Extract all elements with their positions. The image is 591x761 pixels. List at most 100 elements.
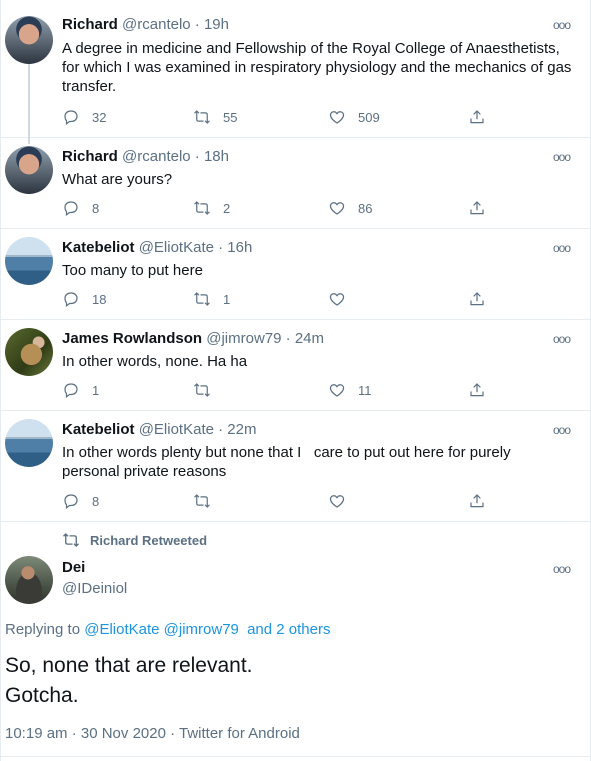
tweet-actions: 8 (62, 491, 492, 511)
tweet[interactable]: Richard @rcantelo · 18h ooo What are you… (1, 138, 590, 229)
more-icon[interactable]: ooo (553, 423, 571, 437)
author-handle[interactable]: @rcantelo (122, 148, 191, 165)
more-icon[interactable]: ooo (553, 150, 571, 164)
more-icon[interactable]: ooo (553, 332, 571, 346)
tweet-header: Katebeliot @EliotKate · 22m (62, 421, 256, 438)
author-name[interactable]: Richard (62, 148, 118, 165)
like-count: 11 (358, 382, 372, 398)
retweet-icon (194, 110, 210, 124)
tweet[interactable]: Richard @rcantelo · 19h ooo A degree in … (1, 0, 590, 144)
share-icon (470, 201, 484, 215)
reply-icon (64, 110, 78, 125)
reply-count: 18 (92, 291, 107, 307)
conversation-thread: Richard @rcantelo · 19h ooo A degree in … (0, 0, 591, 761)
tweet-actions: 1 11 (62, 380, 492, 400)
heart-icon (329, 384, 345, 397)
tweet[interactable]: Katebeliot @EliotKate · 16h ooo Too many… (1, 229, 590, 320)
tweet-time[interactable]: 19h (204, 16, 229, 33)
mention-link[interactable]: @EliotKate (84, 621, 159, 638)
tweet-time[interactable]: 18h (204, 148, 229, 165)
reply-button[interactable]: 8 (62, 491, 99, 511)
share-button[interactable] (468, 107, 486, 127)
like-button[interactable] (328, 491, 358, 511)
retweet-button[interactable] (193, 491, 223, 511)
share-button[interactable] (468, 380, 486, 400)
share-icon (470, 383, 484, 397)
tweet-text-line: Gotcha. (5, 684, 79, 707)
reply-button[interactable]: 1 (62, 380, 99, 400)
author-name[interactable]: Dei (62, 559, 85, 576)
like-button[interactable]: 509 (328, 107, 380, 127)
author-name[interactable]: James Rowlandson (62, 330, 202, 347)
tweet-time[interactable]: 24m (295, 330, 324, 347)
reply-icon (64, 494, 78, 509)
author-handle[interactable]: @rcantelo (122, 16, 191, 33)
retweet-button[interactable] (193, 380, 223, 400)
tweet-actions: 32 55 509 (62, 107, 492, 127)
share-icon (470, 292, 484, 306)
avatar[interactable] (5, 16, 53, 64)
share-button[interactable] (468, 198, 486, 218)
share-button[interactable] (468, 491, 486, 511)
retweet-count: 1 (223, 291, 231, 307)
retweet-button[interactable]: 1 (193, 289, 230, 309)
reply-button[interactable]: 18 (62, 289, 106, 309)
author-name[interactable]: Richard (62, 16, 118, 33)
retweet-icon (194, 494, 210, 508)
more-icon[interactable]: ooo (553, 18, 571, 32)
like-button[interactable] (328, 289, 358, 309)
tweet[interactable]: Katebeliot @EliotKate · 22m ooo In other… (1, 411, 590, 522)
retweet-banner[interactable]: Richard Retweeted (62, 531, 207, 549)
author-handle[interactable]: @jimrow79 (206, 330, 281, 347)
heart-icon (329, 202, 345, 215)
retweet-icon (194, 201, 210, 215)
heart-icon (329, 111, 345, 124)
tweet-actions: 8 2 86 (62, 198, 492, 218)
mention-link[interactable]: @jimrow79 (164, 621, 239, 638)
retweet-icon (194, 292, 210, 306)
share-button[interactable] (468, 289, 486, 309)
retweet-icon (63, 533, 79, 547)
reply-button[interactable]: 32 (62, 107, 106, 127)
avatar[interactable] (5, 146, 53, 194)
divider (1, 756, 590, 757)
more-icon[interactable]: ooo (553, 241, 571, 255)
tweet-text: So, none that are relevant. Gotcha. (5, 651, 575, 711)
retweet-banner-label: Richard Retweeted (90, 532, 208, 548)
author-handle[interactable]: @EliotKate (139, 421, 214, 438)
author-name[interactable]: Katebeliot (62, 421, 135, 438)
tweet-header: James Rowlandson @jimrow79 · 24m (62, 330, 324, 347)
author-handle[interactable]: @IDeiniol (62, 580, 127, 597)
tweet-header: Richard @rcantelo · 19h (62, 16, 229, 33)
tweet-header: Katebeliot @EliotKate · 16h (62, 239, 252, 256)
separator: · (194, 148, 200, 165)
reply-icon (64, 383, 78, 398)
replying-prefix: Replying to (5, 621, 81, 638)
separator: · (218, 421, 224, 438)
like-button[interactable]: 86 (328, 198, 372, 218)
reply-count: 8 (92, 493, 100, 509)
thread-connector (28, 64, 30, 144)
like-button[interactable]: 11 (328, 380, 372, 400)
author-name[interactable]: Katebeliot (62, 239, 135, 256)
tweet[interactable]: James Rowlandson @jimrow79 · 24m ooo In … (1, 320, 590, 411)
tweet-timestamp[interactable]: 10:19 am · 30 Nov 2020 · Twitter for And… (5, 725, 300, 742)
avatar[interactable] (5, 419, 53, 467)
more-icon[interactable]: ooo (553, 562, 571, 576)
reply-button[interactable]: 8 (62, 198, 99, 218)
tweet-text: In other words plenty but none that I ca… (62, 444, 515, 480)
retweet-button[interactable]: 55 (193, 107, 237, 127)
avatar[interactable] (5, 556, 53, 604)
separator: · (218, 239, 224, 256)
tweet-time[interactable]: 16h (227, 239, 252, 256)
others-link[interactable]: and 2 others (247, 621, 330, 638)
avatar[interactable] (5, 237, 53, 285)
share-icon (470, 110, 484, 124)
tweet-time[interactable]: 22m (227, 421, 256, 438)
heart-icon (329, 293, 345, 306)
share-icon (470, 494, 484, 508)
avatar[interactable] (5, 328, 53, 376)
retweet-button[interactable]: 2 (193, 198, 230, 218)
author-handle[interactable]: @EliotKate (139, 239, 214, 256)
like-count: 86 (358, 200, 373, 216)
